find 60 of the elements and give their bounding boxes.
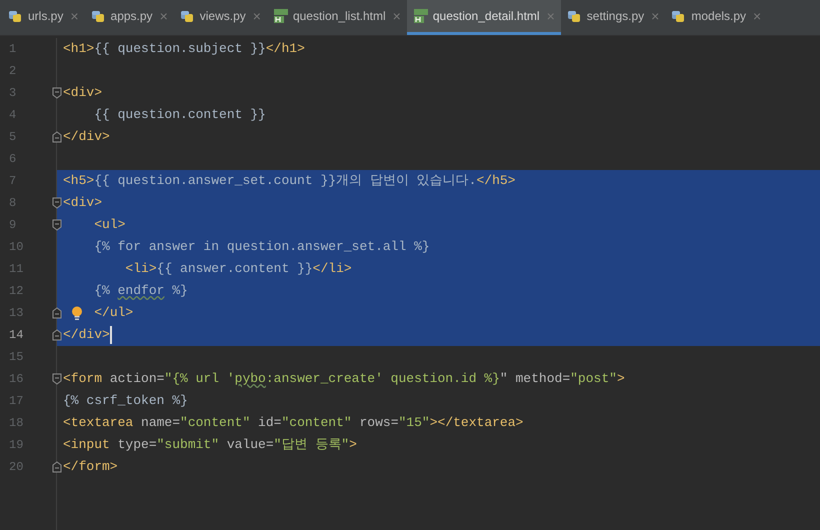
fold-marker-icon[interactable] bbox=[52, 87, 62, 99]
fold-marker-icon[interactable] bbox=[52, 329, 62, 341]
line-number: 8 bbox=[8, 195, 16, 212]
fold-marker-icon[interactable] bbox=[52, 197, 62, 209]
line-number: 16 bbox=[8, 371, 24, 388]
line-number: 13 bbox=[8, 305, 24, 322]
lightbulb-icon[interactable] bbox=[71, 306, 83, 321]
code-line: <form action="{% url 'pybo:answer_create' question.id %}" method="post"> bbox=[63, 370, 625, 388]
editor-tab[interactable]: views.py × bbox=[174, 0, 267, 35]
line-number: 15 bbox=[8, 349, 24, 366]
line-number: 10 bbox=[8, 239, 24, 256]
code-line: <textarea name="content" id="content" rows="15"></textarea> bbox=[63, 414, 524, 432]
python-icon bbox=[8, 8, 24, 24]
line-number: 2 bbox=[8, 63, 16, 80]
code-line: {{ question.content }} bbox=[94, 106, 266, 124]
fold-marker-icon[interactable] bbox=[52, 219, 62, 231]
fold-marker-icon[interactable] bbox=[52, 307, 62, 319]
editor-tab[interactable]: question_detail.html × bbox=[406, 0, 561, 35]
line-number: 1 bbox=[8, 41, 16, 58]
line-number: 12 bbox=[8, 283, 24, 300]
editor-tab[interactable]: apps.py × bbox=[84, 0, 174, 35]
line-number: 6 bbox=[8, 151, 16, 168]
code-line: {% endfor %} bbox=[94, 282, 188, 300]
line-number: 20 bbox=[8, 459, 24, 476]
text-cursor bbox=[110, 326, 112, 344]
code-line: {% csrf_token %} bbox=[63, 392, 188, 410]
code-line: </ul> bbox=[94, 304, 134, 322]
line-number: 3 bbox=[8, 85, 16, 102]
line-number: 4 bbox=[8, 107, 16, 124]
editor-tab[interactable]: urls.py × bbox=[2, 0, 85, 35]
code-line: <ul> bbox=[94, 216, 126, 234]
code-line: <div> bbox=[63, 84, 102, 102]
code-line: <div> bbox=[63, 194, 102, 212]
line-number: 5 bbox=[8, 129, 16, 146]
code-line: <input type="submit" value="답변 등록"> bbox=[63, 436, 357, 454]
line-number: 7 bbox=[8, 173, 16, 190]
code-line: </div> bbox=[63, 128, 110, 146]
fold-marker-icon[interactable] bbox=[52, 461, 62, 473]
code-line: </div> bbox=[63, 326, 110, 344]
code-line: <li>{{ answer.content }}</li> bbox=[125, 260, 352, 278]
editor-tab[interactable]: models.py × bbox=[665, 0, 768, 35]
line-number: 18 bbox=[8, 415, 24, 432]
editor-tab[interactable]: settings.py × bbox=[560, 0, 666, 35]
line-number: 17 bbox=[8, 393, 24, 410]
line-number: 11 bbox=[8, 261, 24, 278]
python-icon bbox=[90, 8, 107, 24]
line-number: 9 bbox=[8, 217, 16, 234]
python-icon bbox=[566, 8, 583, 24]
line-number: 14 bbox=[8, 327, 24, 344]
line-number: 19 bbox=[8, 437, 24, 454]
html-file-icon bbox=[412, 8, 429, 24]
html-file-icon bbox=[272, 8, 289, 24]
code-line: <h5>{{ question.answer_set.count }}개의 답변이 있습니다.</h5> bbox=[63, 172, 516, 190]
python-icon bbox=[180, 8, 196, 24]
code-line: {% for answer in question.answer_set.all %} bbox=[94, 238, 430, 256]
code-line: <h1>{{ question.subject }}</h1> bbox=[63, 40, 305, 58]
fold-marker-icon[interactable] bbox=[52, 131, 62, 143]
code-line: </form> bbox=[63, 458, 118, 476]
fold-marker-icon[interactable] bbox=[52, 373, 62, 385]
editor-tab[interactable]: question_list.html × bbox=[266, 0, 407, 35]
